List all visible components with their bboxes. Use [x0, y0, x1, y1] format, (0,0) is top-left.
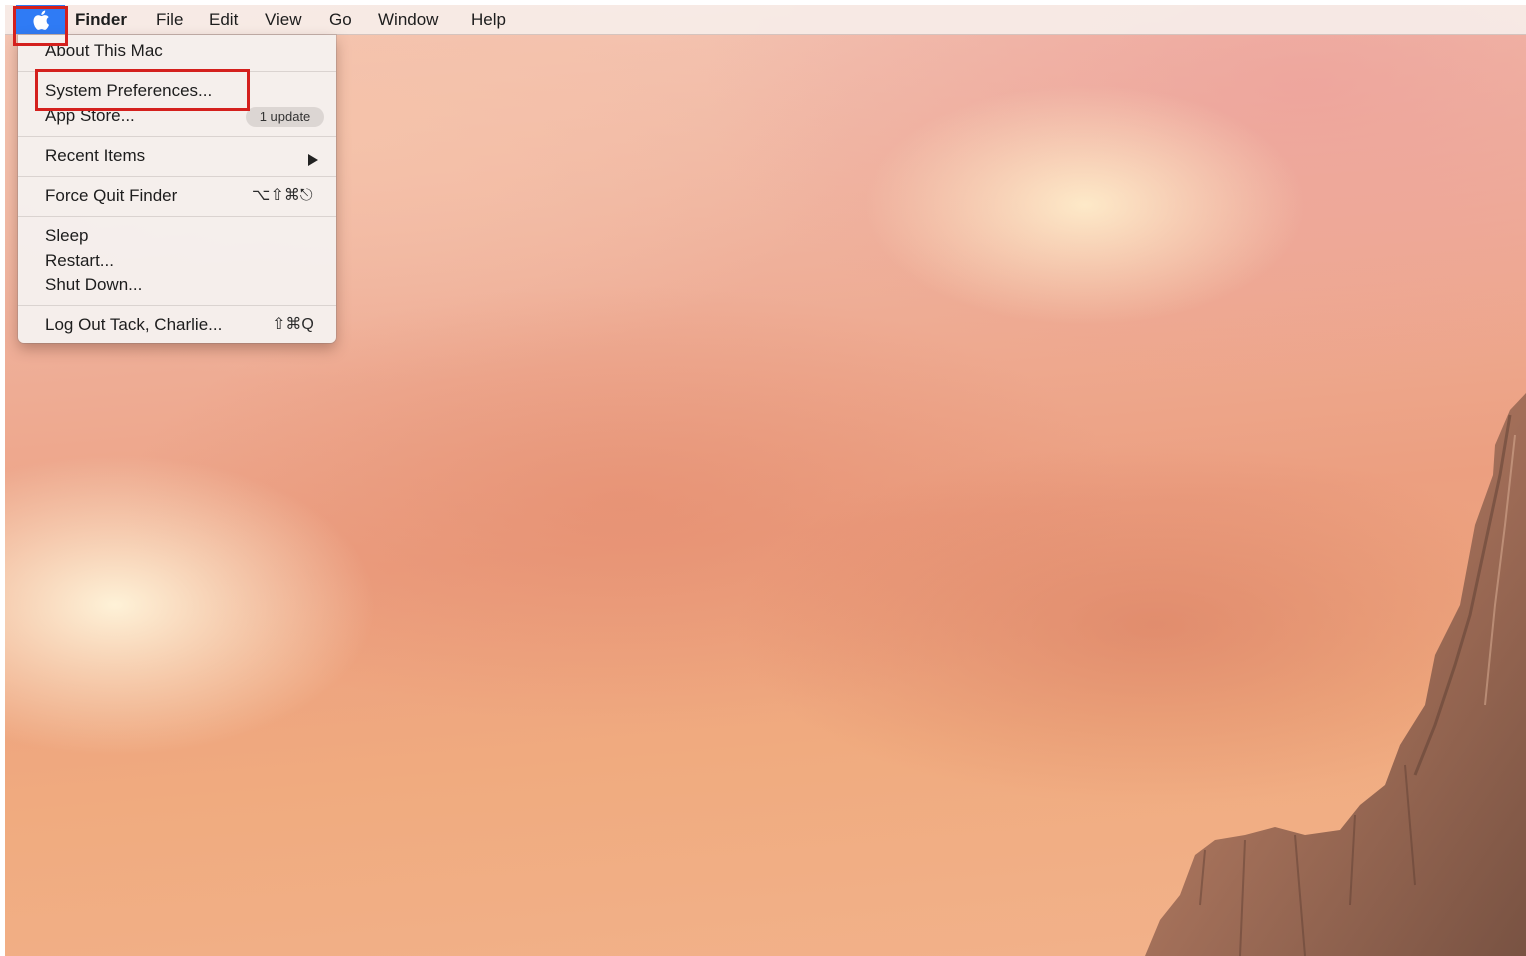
menu-item-sleep[interactable]: Sleep — [45, 225, 88, 247]
menu-finder[interactable]: Finder — [75, 10, 127, 30]
menu-separator — [18, 305, 336, 306]
menu-item-force-quit[interactable]: Force Quit Finder — [45, 185, 177, 207]
apple-menu-highlight-box — [13, 6, 68, 46]
menu-file[interactable]: File — [156, 10, 183, 30]
menu-help[interactable]: Help — [471, 10, 506, 30]
chevron-right-icon — [308, 154, 318, 166]
menu-item-recent-items[interactable]: Recent Items — [45, 145, 145, 167]
menu-go[interactable]: Go — [329, 10, 352, 30]
menu-view[interactable]: View — [265, 10, 302, 30]
menu-item-restart[interactable]: Restart... — [45, 250, 114, 272]
menu-edit[interactable]: Edit — [209, 10, 238, 30]
app-store-update-badge: 1 update — [246, 107, 324, 127]
menu-item-shut-down[interactable]: Shut Down... — [45, 274, 142, 296]
menu-item-log-out[interactable]: Log Out Tack, Charlie... — [45, 314, 222, 336]
system-preferences-highlight-box — [35, 69, 250, 111]
force-quit-shortcut: ⌥⇧⌘⎋ — [252, 187, 313, 204]
log-out-shortcut: ⇧⌘Q — [272, 316, 314, 333]
desktop-screen: Finder File Edit View Go Window Help Abo… — [5, 5, 1526, 956]
menu-window[interactable]: Window — [378, 10, 438, 30]
menu-separator — [18, 216, 336, 217]
menu-separator — [18, 136, 336, 137]
menu-separator — [18, 176, 336, 177]
menu-bar: Finder File Edit View Go Window Help — [5, 5, 1526, 35]
